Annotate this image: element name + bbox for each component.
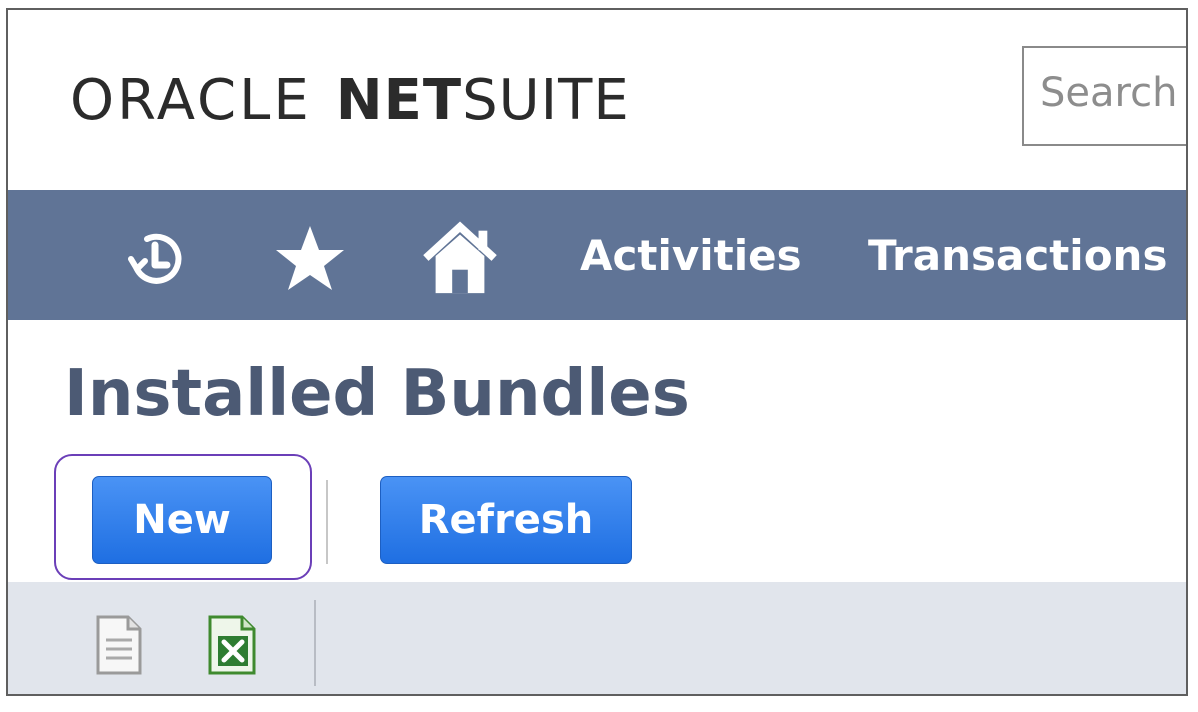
netsuite-window: ORACLENETSUITE Activiti <box>6 8 1188 696</box>
logo-oracle-text: ORACLE <box>70 68 312 133</box>
home-icon[interactable] <box>420 218 500 298</box>
page-title: Installed Bundles <box>64 357 690 431</box>
header: ORACLE NETSUITE <box>8 10 1186 190</box>
global-search-input[interactable] <box>1040 70 1186 116</box>
main-navigation-bar: Activities Transactions <box>8 190 1186 320</box>
recent-records-icon[interactable] <box>114 218 194 298</box>
favorites-star-icon[interactable] <box>270 218 350 298</box>
export-excel-icon[interactable] <box>206 614 256 676</box>
list-toolbar <box>8 582 1186 694</box>
toolbar-separator <box>314 600 316 686</box>
nav-transactions[interactable]: Transactions <box>868 230 1167 282</box>
nav-activities[interactable]: Activities <box>580 230 802 282</box>
oracle-netsuite-logo[interactable]: ORACLE NETSUITE <box>70 66 630 136</box>
new-button[interactable]: New <box>92 476 272 564</box>
logo-net-text: NET <box>335 68 463 133</box>
button-separator <box>326 480 328 564</box>
print-document-icon[interactable] <box>94 614 144 676</box>
refresh-button[interactable]: Refresh <box>380 476 632 564</box>
global-search-box[interactable] <box>1022 46 1186 146</box>
logo-suite-text: SUITE <box>462 68 630 133</box>
